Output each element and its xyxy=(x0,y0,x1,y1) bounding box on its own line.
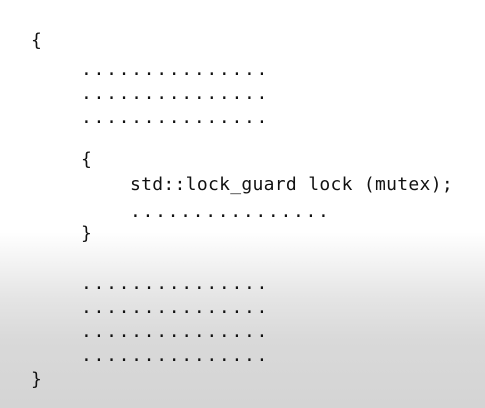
placeholder-dots-line: ............... xyxy=(81,297,270,318)
placeholder-dots-line: ................ xyxy=(130,201,331,222)
lock-guard-statement: std::lock_guard lock (mutex); xyxy=(130,174,453,195)
placeholder-dots-line: ............... xyxy=(81,321,270,342)
outer-close-brace: } xyxy=(31,369,43,390)
placeholder-dots-line: ............... xyxy=(81,107,270,128)
inner-close-brace: } xyxy=(81,223,93,244)
placeholder-dots-line: ............... xyxy=(81,273,270,294)
inner-open-brace: { xyxy=(81,149,93,170)
placeholder-dots-line: ............... xyxy=(81,83,270,104)
placeholder-dots-line: ............... xyxy=(81,345,270,366)
outer-open-brace: { xyxy=(31,30,43,51)
code-slide: { ............... ............... ......… xyxy=(0,0,485,408)
placeholder-dots-line: ............... xyxy=(81,59,270,80)
